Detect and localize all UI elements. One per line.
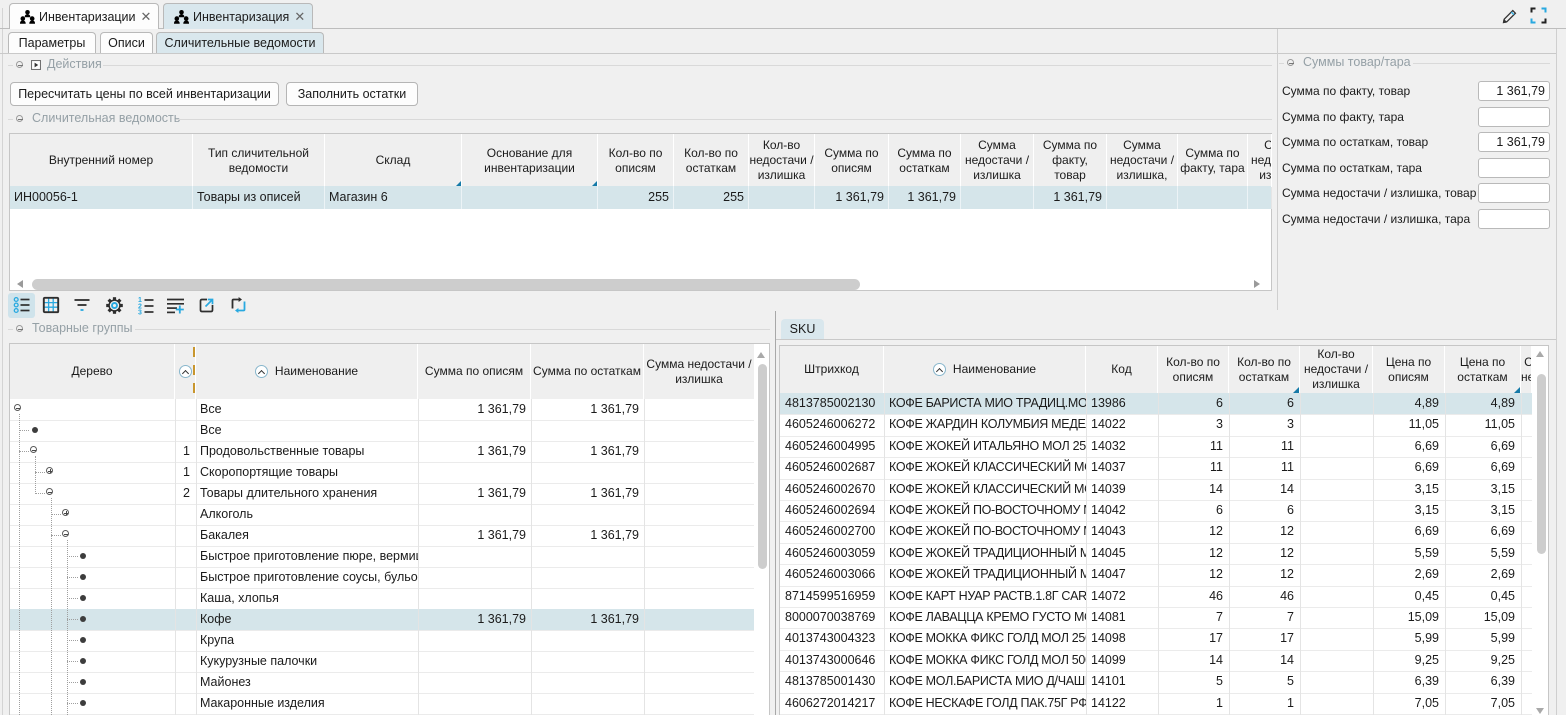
svg-text:3: 3 bbox=[138, 310, 142, 315]
